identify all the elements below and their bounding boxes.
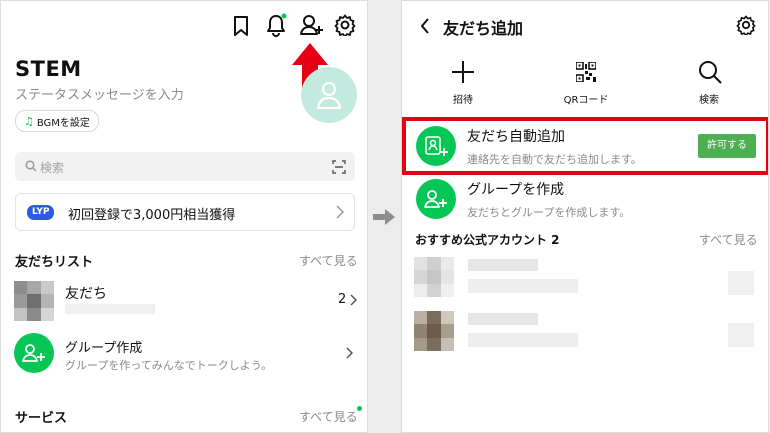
avatar[interactable] xyxy=(301,67,357,123)
person-icon xyxy=(316,81,342,109)
search-button[interactable]: 検索 xyxy=(678,59,740,106)
create-group-row[interactable]: グループを作成 友だちとグループを作成します。 xyxy=(402,177,768,221)
account-action-blurred xyxy=(728,323,754,347)
create-group-row[interactable]: グループ作成 グループを作ってみんなでトークしよう。 xyxy=(1,331,367,375)
notification-bell-icon[interactable] xyxy=(265,13,287,37)
friends-avatar-blurred xyxy=(14,281,54,321)
profile-name[interactable]: STEM xyxy=(15,57,82,81)
chevron-right-icon xyxy=(336,205,344,219)
create-group-title: グループ作成 xyxy=(65,341,143,356)
friends-count: 2 xyxy=(338,292,347,307)
qr-code-button[interactable]: QRコード xyxy=(555,59,617,106)
recommended-accounts-title: おすすめ公式アカウント 2 xyxy=(415,233,560,247)
auto-add-subtitle: 連絡先を自動で友だち追加します。 xyxy=(467,153,642,166)
chevron-right-icon xyxy=(346,347,353,359)
new-indicator-dot xyxy=(357,406,362,411)
auto-add-friends-icon xyxy=(416,126,456,166)
services-see-all-link[interactable]: すべて見る xyxy=(299,408,358,425)
friends-see-all-link[interactable]: すべて見る xyxy=(299,252,358,269)
friends-subtext-blurred xyxy=(65,304,155,314)
list-item[interactable] xyxy=(402,255,768,301)
lyp-badge: LYP xyxy=(27,205,55,220)
services-title: サービス xyxy=(15,411,68,426)
settings-gear-icon[interactable] xyxy=(334,14,356,36)
account-avatar-blurred xyxy=(414,257,454,297)
promo-banner[interactable]: LYP 初回登録で3,000円相当獲得 xyxy=(15,193,355,231)
list-item[interactable] xyxy=(402,309,768,355)
allow-button[interactable]: 許可する xyxy=(698,134,756,158)
account-name-blurred xyxy=(468,259,538,271)
add-friends-screen: 友だち追加 招待 QRコード 検索 友だち自動追加 連絡先を自動で友だち追加しま… xyxy=(401,0,769,433)
auto-add-friends-row[interactable]: 友だち自動追加 連絡先を自動で友だち追加します。 許可する xyxy=(402,117,768,175)
create-group-subtitle: グループを作ってみんなでトークしよう。 xyxy=(65,359,273,372)
group-add-icon xyxy=(416,179,456,219)
invite-button[interactable]: 招待 xyxy=(432,59,494,106)
page-title: 友だち追加 xyxy=(443,19,524,38)
account-desc-blurred xyxy=(468,333,578,347)
scan-icon[interactable] xyxy=(332,160,346,174)
create-group-subtitle: 友だちとグループを作成します。 xyxy=(467,206,631,219)
plus-icon xyxy=(451,60,475,84)
music-note-icon: ♫ xyxy=(24,114,34,128)
friends-list-title: 友だちリスト xyxy=(15,255,94,270)
account-action-blurred xyxy=(728,271,754,295)
invite-label: 招待 xyxy=(453,95,473,106)
search-bar[interactable]: 検索 xyxy=(15,152,355,181)
bookmark-icon[interactable] xyxy=(231,15,251,37)
search-icon xyxy=(25,160,37,172)
bgm-button[interactable]: ♫ BGMを設定 xyxy=(15,110,99,132)
search-icon xyxy=(698,60,722,84)
auto-add-title: 友だち自動追加 xyxy=(467,129,565,145)
account-name-blurred xyxy=(468,313,538,325)
settings-gear-icon[interactable] xyxy=(736,15,756,35)
recommended-see-all-link[interactable]: すべて見る xyxy=(699,231,758,248)
group-add-icon xyxy=(14,333,54,373)
chevron-right-icon xyxy=(350,294,357,306)
search-placeholder: 検索 xyxy=(40,161,65,175)
add-friend-icon[interactable] xyxy=(300,14,324,36)
status-message-input[interactable]: ステータスメッセージを入力 xyxy=(15,84,184,103)
account-avatar-blurred xyxy=(414,311,454,351)
account-desc-blurred xyxy=(468,279,578,293)
promo-text: 初回登録で3,000円相当獲得 xyxy=(68,208,236,223)
search-label: 検索 xyxy=(699,95,719,106)
back-icon[interactable] xyxy=(420,18,430,34)
bgm-label: BGMを設定 xyxy=(36,117,90,129)
create-group-title: グループを作成 xyxy=(467,182,565,198)
transition-arrow xyxy=(373,209,395,225)
qr-code-label: QRコード xyxy=(563,95,609,106)
friends-row[interactable]: 友だち 2 xyxy=(1,277,367,321)
friends-label: 友だち xyxy=(65,286,107,302)
qr-code-icon xyxy=(576,62,596,82)
friends-home-screen: STEM ステータスメッセージを入力 ♫ BGMを設定 検索 LYP 初回登録で… xyxy=(0,0,368,433)
